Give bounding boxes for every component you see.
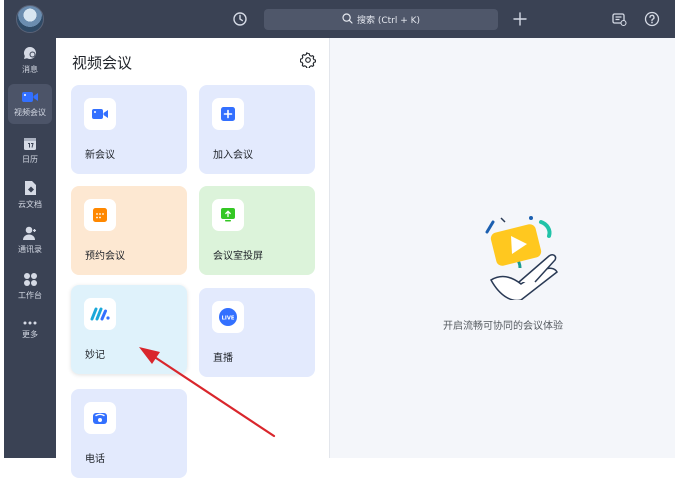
join-meeting-tile[interactable]: 加入会议 [199,85,315,174]
video-icon [22,92,38,102]
room-screencast-tile[interactable]: 会议室投屏 [199,186,315,275]
tile-label: 加入会议 [213,150,253,161]
rail-item-label: 日历 [22,154,38,164]
rail-item-video-meeting[interactable]: 视频会议 [8,84,52,124]
plus-icon [212,98,244,130]
rail-item-label: 视频会议 [14,108,46,117]
empty-state-text: 开启流畅可协同的会议体验 [443,321,563,332]
rail-item-docs[interactable]: 云文档 [8,175,52,215]
help-icon[interactable] [642,9,662,29]
history-icon[interactable] [230,9,250,29]
main-empty-state: 开启流畅可协同的会议体验 [331,38,675,458]
live-tile[interactable]: LIVE 直播 [199,288,315,377]
contacts-icon [23,226,36,240]
phone-icon [84,402,116,434]
search-label: 搜索 (Ctrl + K) [356,16,421,26]
video-camera-icon [84,98,116,130]
doc-icon [25,181,36,195]
meeting-illustration [485,216,558,300]
search-bar[interactable]: 搜索 (Ctrl + K) [264,9,498,30]
screen-cast-icon [212,199,244,231]
minutes-icon [84,298,116,330]
more-icon [23,321,37,325]
rail-item-workspace[interactable]: 工作台 [8,266,52,306]
rail-item-label: 通讯录 [18,245,42,254]
rail-item-label: 更多 [22,330,38,339]
new-meeting-tile[interactable]: 新会议 [71,85,187,174]
nav-rail: 消息 视频会议 日历 云文档 通讯录 工作台 更多 [4,38,56,458]
rail-item-more[interactable]: 更多 [8,310,52,350]
tile-label: 预约会议 [85,251,125,262]
chat-icon [23,47,36,59]
minutes-tile[interactable]: 妙记 [71,285,187,374]
rail-item-label: 云文档 [18,200,42,209]
workspace-icon [23,272,37,286]
rail-item-label: 工作台 [18,290,42,300]
rail-item-contacts[interactable]: 通讯录 [8,220,52,260]
add-icon[interactable] [510,9,530,29]
rail-item-calendar[interactable]: 日历 [8,130,52,170]
tile-label: 妙记 [85,350,105,361]
tile-label: 会议室投屏 [213,251,263,262]
search-icon [342,12,353,27]
avatar[interactable] [16,5,44,33]
top-bar: 搜索 (Ctrl + K) [4,0,675,38]
notification-settings-icon[interactable] [609,9,629,29]
page-title: 视频会议 [72,54,133,72]
app-window: 搜索 (Ctrl + K) 消息 视频会议 日历 云文档 通讯录 工作台 更多 … [4,0,675,478]
meeting-panel: 视频会议 新会议 加入会议 预约会议 会议室投屏 妙记 LIVE 直播 电话 [56,38,330,478]
gear-icon[interactable] [299,52,317,69]
tile-label: 直播 [213,353,233,364]
schedule-icon [84,199,116,231]
rail-item-messages[interactable]: 消息 [8,40,52,80]
live-badge-text: LIVE [222,315,235,321]
phone-tile[interactable]: 电话 [71,389,187,478]
schedule-meeting-tile[interactable]: 预约会议 [71,186,187,275]
live-icon: LIVE [212,301,244,333]
calendar-icon [24,137,36,150]
rail-item-label: 消息 [22,65,38,74]
tile-label: 新会议 [85,150,115,161]
